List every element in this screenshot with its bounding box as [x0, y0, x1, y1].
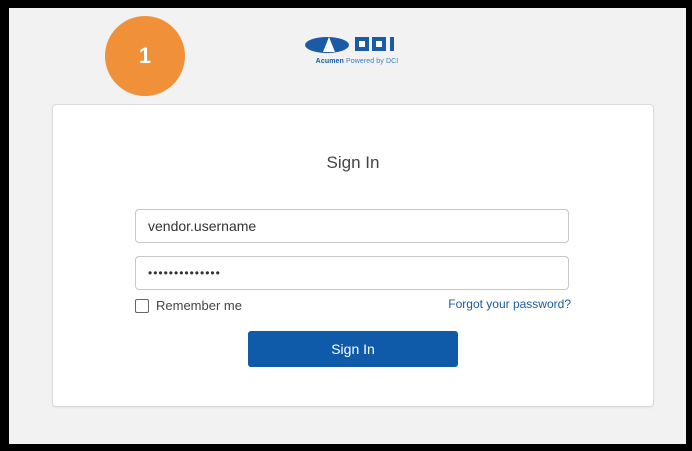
brand-logo: Acumen Powered by DCI	[287, 34, 427, 78]
sign-in-card: Sign In vendor.username •••••••••••••• R…	[52, 104, 654, 407]
username-value: vendor.username	[148, 218, 257, 234]
remember-me-control[interactable]: Remember me	[135, 298, 242, 313]
sign-in-button[interactable]: Sign In	[248, 331, 458, 367]
remember-me-label: Remember me	[156, 298, 242, 313]
forgot-password-link[interactable]: Forgot your password?	[448, 297, 571, 311]
brand-tagline: Acumen Powered by DCI	[315, 58, 399, 65]
screen: 1 Acumen Powered by DCI Sign In vendor.u…	[9, 8, 686, 444]
dci-logo-icon	[305, 37, 394, 53]
remember-me-checkbox[interactable]	[135, 298, 149, 313]
username-input[interactable]: vendor.username	[135, 209, 569, 243]
password-value: ••••••••••••••	[148, 266, 221, 280]
step-number-badge: 1	[105, 16, 185, 96]
password-input[interactable]: ••••••••••••••	[135, 256, 569, 290]
sign-in-title: Sign In	[326, 153, 380, 172]
sign-in-button-label: Sign In	[331, 341, 375, 357]
